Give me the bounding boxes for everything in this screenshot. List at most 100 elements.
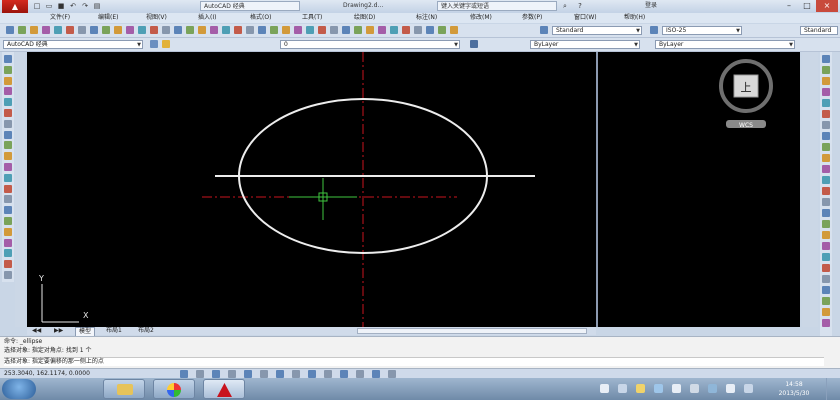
menu-help[interactable]: 帮助(H) — [624, 13, 645, 23]
draw-tool-icon-16[interactable] — [4, 217, 12, 225]
tray-icon-5[interactable] — [672, 384, 681, 393]
standard-tool-icon-22[interactable] — [258, 26, 266, 34]
standard-tool-icon-37[interactable] — [438, 26, 446, 34]
standard-tool-icon-31[interactable] — [366, 26, 374, 34]
status-toggle-2[interactable] — [196, 370, 204, 378]
status-toggle-11[interactable] — [340, 370, 348, 378]
menu-file[interactable]: 文件(F) — [50, 13, 70, 23]
modify-tool-icon-2[interactable] — [822, 66, 830, 74]
standard-tool-icon-34[interactable] — [402, 26, 410, 34]
standard-tool-icon-2[interactable] — [18, 26, 26, 34]
modify-tool-icon-10[interactable] — [822, 154, 830, 162]
linetype-combo[interactable]: ByLayer ▼ — [655, 40, 795, 49]
menu-tools[interactable]: 工具(T) — [302, 13, 322, 23]
tray-icon-3[interactable] — [636, 384, 645, 393]
system-clock[interactable]: 14:58 2013/5/30 — [771, 380, 817, 398]
menu-edit[interactable]: 编辑(E) — [98, 13, 118, 23]
standard-tool-icon-11[interactable] — [126, 26, 134, 34]
status-toggle-14[interactable] — [388, 370, 396, 378]
standard-tool-icon-15[interactable] — [174, 26, 182, 34]
status-toggle-13[interactable] — [372, 370, 380, 378]
draw-tool-icon-9[interactable] — [4, 141, 12, 150]
draw-tool-icon-19[interactable] — [4, 249, 12, 258]
standard-tool-icon-28[interactable] — [330, 26, 338, 34]
text-style-icon[interactable] — [540, 26, 548, 34]
standard-tool-icon-12[interactable] — [138, 26, 146, 34]
text-style-combo[interactable]: Standard ▼ — [552, 26, 642, 35]
draw-tool-icon-2[interactable] — [4, 65, 12, 74]
layer-state-icon[interactable] — [162, 40, 170, 48]
standard-tool-icon-7[interactable] — [78, 26, 86, 34]
draw-tool-icon-8[interactable] — [4, 130, 12, 139]
status-toggle-3[interactable] — [212, 370, 220, 378]
command-input[interactable]: 选择对象: 指定要偏移的那一侧上的点 — [4, 357, 824, 366]
modify-tool-icon-20[interactable] — [822, 264, 830, 272]
print-icon[interactable]: ▤ — [92, 2, 102, 11]
modify-tool-icon-12[interactable] — [822, 176, 830, 184]
layer-properties-icon[interactable] — [150, 40, 158, 48]
modify-tool-icon-3[interactable] — [822, 77, 830, 85]
tab-layout2[interactable]: 布局2 — [135, 327, 157, 335]
standard-tool-icon-33[interactable] — [390, 26, 398, 34]
standard-tool-icon-4[interactable] — [42, 26, 50, 34]
tray-icon-2[interactable] — [618, 384, 627, 393]
standard-tool-icon-27[interactable] — [318, 26, 326, 34]
status-toggle-4[interactable] — [228, 370, 236, 378]
standard-tool-icon-26[interactable] — [306, 26, 314, 34]
tray-icon-1[interactable] — [600, 384, 609, 393]
new-icon[interactable]: □ — [32, 2, 42, 11]
workspace-combo[interactable]: AutoCAD 经典 ▼ — [3, 40, 143, 49]
tray-icon-6[interactable] — [690, 384, 699, 393]
draw-tool-icon-4[interactable] — [4, 87, 12, 96]
modify-tool-icon-21[interactable] — [822, 275, 830, 283]
standard-tool-icon-3[interactable] — [30, 26, 38, 34]
standard-tool-icon-5[interactable] — [54, 26, 62, 34]
draw-tool-icon-3[interactable] — [4, 76, 12, 85]
modify-tool-icon-25[interactable] — [822, 319, 830, 327]
standard-tool-icon-18[interactable] — [210, 26, 218, 34]
modify-tool-icon-17[interactable] — [822, 231, 830, 239]
explorer-taskbar-button[interactable] — [103, 379, 145, 399]
workspace-switch[interactable]: AutoCAD 经典 — [200, 1, 300, 11]
menu-parametric[interactable]: 参数(P) — [522, 13, 542, 23]
media-taskbar-button[interactable] — [153, 379, 195, 399]
status-toggle-9[interactable] — [308, 370, 316, 378]
modify-tool-icon-15[interactable] — [822, 209, 830, 217]
modify-tool-icon-7[interactable] — [822, 121, 830, 129]
standard-tool-icon-30[interactable] — [354, 26, 362, 34]
draw-tool-icon-10[interactable] — [4, 152, 12, 161]
status-toggle-5[interactable] — [244, 370, 252, 378]
menu-draw[interactable]: 绘图(D) — [354, 13, 375, 23]
draw-tool-icon-13[interactable] — [4, 184, 12, 193]
modify-tool-icon-22[interactable] — [822, 286, 830, 294]
drawing-svg[interactable]: Y X — [27, 52, 596, 327]
menu-insert[interactable]: 插入(I) — [198, 13, 216, 23]
drawing-canvas[interactable]: Y X — [27, 52, 596, 327]
tab-layout1[interactable]: 布局1 — [103, 327, 125, 335]
table-style-combo[interactable]: Standard — [800, 26, 838, 35]
modify-tool-icon-4[interactable] — [822, 88, 830, 96]
modify-tool-icon-24[interactable] — [822, 308, 830, 316]
standard-tool-icon-29[interactable] — [342, 26, 350, 34]
standard-tool-icon-36[interactable] — [426, 26, 434, 34]
status-toggle-12[interactable] — [356, 370, 364, 378]
save-icon[interactable]: ■ — [56, 2, 66, 11]
standard-tool-icon-16[interactable] — [186, 26, 194, 34]
open-icon[interactable]: ▭ — [44, 2, 54, 11]
draw-tool-icon-21[interactable] — [4, 271, 12, 279]
modify-tool-icon-5[interactable] — [822, 99, 830, 107]
color-combo[interactable]: ByLayer ▼ — [530, 40, 640, 49]
standard-tool-icon-6[interactable] — [66, 26, 74, 34]
show-desktop-button[interactable] — [826, 378, 840, 400]
modify-tool-icon-14[interactable] — [822, 198, 830, 206]
draw-tool-icon-18[interactable] — [4, 238, 12, 247]
search-input[interactable]: 键入关键字或短语 — [437, 1, 557, 11]
standard-tool-icon-35[interactable] — [414, 26, 422, 34]
tray-icon-9[interactable] — [744, 384, 753, 393]
sign-in-label[interactable]: 登录 — [642, 1, 672, 11]
modify-tool-icon-8[interactable] — [822, 132, 830, 140]
modify-tool-icon-9[interactable] — [822, 143, 830, 151]
modify-tool-icon-19[interactable] — [822, 253, 830, 261]
tray-icon-4[interactable] — [654, 384, 663, 393]
status-toggle-8[interactable] — [292, 370, 300, 378]
